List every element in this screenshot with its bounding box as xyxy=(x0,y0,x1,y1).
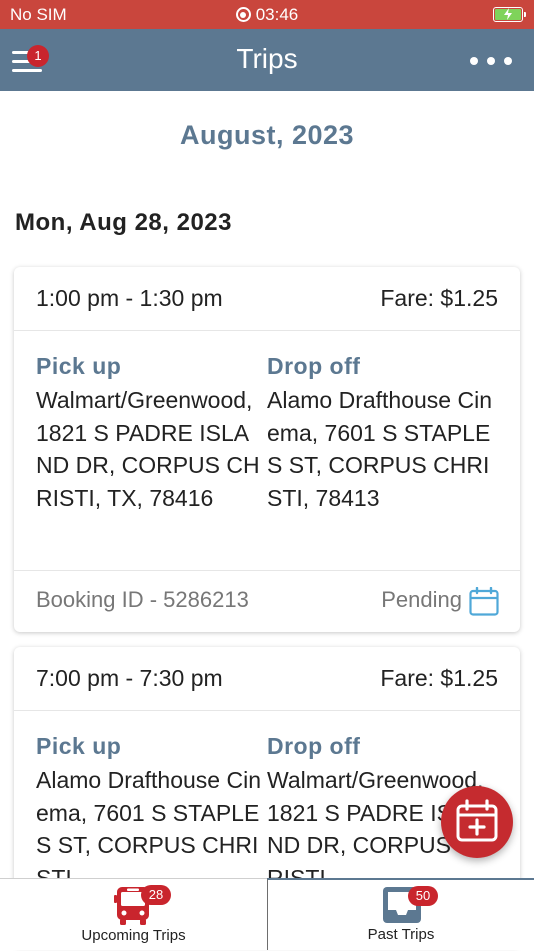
dropoff-label: Drop off xyxy=(267,733,361,759)
battery-icon xyxy=(493,7,526,22)
pickup-section: Pick up Walmart/Greenwood, 1821 S PADRE … xyxy=(36,353,264,514)
dropoff-label: Drop off xyxy=(267,353,361,379)
upcoming-trips-badge: 28 xyxy=(141,885,171,905)
pickup-address: Walmart/Greenwood, 1821 S PADRE ISLAND D… xyxy=(36,387,260,511)
tab-upcoming-label: Upcoming Trips xyxy=(81,927,186,944)
trip-card[interactable]: 1:00 pm - 1:30 pm Fare: $1.25 Pick up Wa… xyxy=(14,267,520,632)
dropoff-section: Drop off Alamo Drafthouse Cinema, 7601 S… xyxy=(267,353,495,514)
day-header: Mon, Aug 28, 2023 xyxy=(15,209,232,236)
clock-time: 03:46 xyxy=(255,5,299,24)
more-options-icon[interactable] xyxy=(470,57,512,65)
tab-upcoming-trips[interactable]: 28 Upcoming Trips xyxy=(0,879,267,951)
nav-bar: 1 Trips xyxy=(0,29,534,91)
tab-past-label: Past Trips xyxy=(367,926,435,943)
dropoff-address: Alamo Drafthouse Cinema, 7601 S STAPLES … xyxy=(267,387,492,511)
trip-time-range: 7:00 pm - 7:30 pm xyxy=(36,665,223,691)
bottom-tab-bar: 28 Upcoming Trips 50 Past Trips xyxy=(0,878,534,950)
pickup-section: Pick up Alamo Drafthouse Cinema, 7601 S … xyxy=(36,733,264,894)
pickup-address: Alamo Drafthouse Cinema, 7601 S STAPLES … xyxy=(36,767,261,891)
trip-fare: Fare: $1.25 xyxy=(380,665,498,691)
calendar-icon[interactable] xyxy=(469,587,499,616)
status-clock: 03:46 xyxy=(0,5,534,25)
pickup-label: Pick up xyxy=(36,733,122,759)
add-trip-button[interactable] xyxy=(441,786,513,858)
status-bar: No SIM 03:46 xyxy=(0,0,534,29)
trip-status: Pending xyxy=(381,587,462,612)
month-header: August, 2023 xyxy=(179,120,355,150)
tab-past-trips[interactable]: 50 Past Trips xyxy=(267,878,534,950)
booking-id: Booking ID - 5286213 xyxy=(36,587,249,612)
trip-time-range: 1:00 pm - 1:30 pm xyxy=(36,285,223,311)
page-title: Trips xyxy=(236,43,298,74)
past-trips-badge: 50 xyxy=(408,886,438,906)
charging-bolt-icon xyxy=(504,8,512,20)
calendar-add-icon xyxy=(456,799,498,842)
trip-fare: Fare: $1.25 xyxy=(380,285,498,311)
screen-record-icon xyxy=(235,7,251,22)
pickup-label: Pick up xyxy=(36,353,122,379)
